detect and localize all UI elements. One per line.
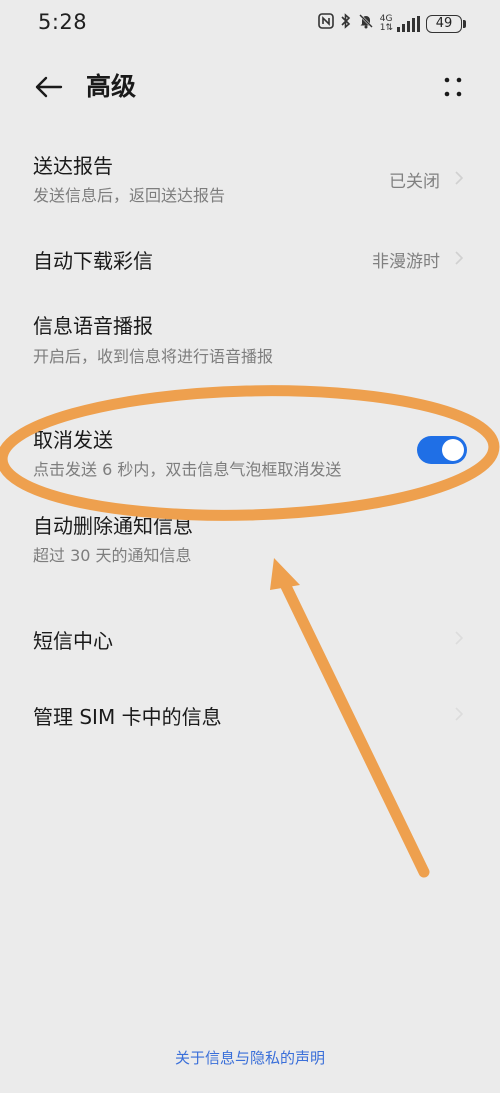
- setting-auto-delete-notifications[interactable]: 自动删除通知信息 超过 30 天的通知信息: [0, 500, 500, 574]
- back-button[interactable]: [28, 70, 68, 104]
- setting-title: 管理 SIM 卡中的信息: [33, 705, 222, 729]
- setting-manage-sim-messages[interactable]: 管理 SIM 卡中的信息: [0, 684, 500, 744]
- bell-muted-icon: [358, 13, 374, 36]
- toggle-knob: [442, 439, 464, 461]
- battery-icon: 49: [426, 15, 466, 33]
- setting-title: 自动下载彩信: [33, 249, 153, 273]
- chevron-right-icon: [455, 251, 464, 265]
- setting-title: 信息语音播报: [33, 314, 153, 338]
- nfc-icon: [317, 12, 334, 36]
- setting-delivery-report[interactable]: 送达报告 发送信息后，返回送达报告 已关闭: [0, 140, 500, 214]
- setting-subtitle: 开启后，收到信息将进行语音播报: [33, 347, 274, 366]
- setting-title: 短信中心: [33, 629, 113, 653]
- setting-cancel-send[interactable]: 取消发送 点击发送 6 秒内，双击信息气泡框取消发送: [0, 414, 500, 488]
- setting-title: 自动删除通知信息: [33, 514, 193, 538]
- more-options-button[interactable]: [438, 72, 468, 102]
- chevron-right-icon: [455, 171, 464, 185]
- status-bar: 5:28 4G 1⇅ 49: [0, 0, 500, 48]
- bluetooth-icon: [340, 12, 352, 36]
- advanced-settings-screen: 5:28 4G 1⇅ 49 高级 送达报告 发送信息后，返回送达报告 已关闭 自…: [0, 0, 500, 1093]
- cancel-send-toggle[interactable]: [417, 436, 467, 464]
- status-time: 5:28: [38, 10, 88, 34]
- signal-bars-icon: [397, 16, 420, 32]
- network-type-bottom: 1⇅: [379, 23, 393, 33]
- status-icons: 4G 1⇅ 49: [317, 12, 466, 36]
- page-title: 高级: [86, 72, 137, 101]
- setting-subtitle: 超过 30 天的通知信息: [33, 546, 192, 565]
- setting-subtitle: 点击发送 6 秒内，双击信息气泡框取消发送: [33, 460, 342, 479]
- setting-auto-download-mms[interactable]: 自动下载彩信 非漫游时: [0, 228, 500, 286]
- setting-value: 已关闭: [389, 172, 440, 192]
- chevron-right-icon: [455, 707, 464, 721]
- setting-title: 取消发送: [33, 428, 113, 452]
- privacy-statement-link[interactable]: 关于信息与隐私的声明: [0, 1047, 500, 1068]
- back-arrow-icon: [35, 76, 63, 98]
- setting-value: 非漫游时: [372, 252, 440, 272]
- setting-sms-center[interactable]: 短信中心: [0, 608, 500, 668]
- chevron-right-icon: [455, 631, 464, 645]
- network-type-label: 4G 1⇅: [380, 15, 393, 33]
- setting-voice-broadcast[interactable]: 信息语音播报 开启后，收到信息将进行语音播报: [0, 302, 500, 376]
- more-dots-icon: [444, 77, 462, 97]
- setting-subtitle: 发送信息后，返回送达报告: [33, 186, 226, 205]
- title-bar: 高级: [0, 60, 500, 114]
- setting-title: 送达报告: [33, 154, 113, 178]
